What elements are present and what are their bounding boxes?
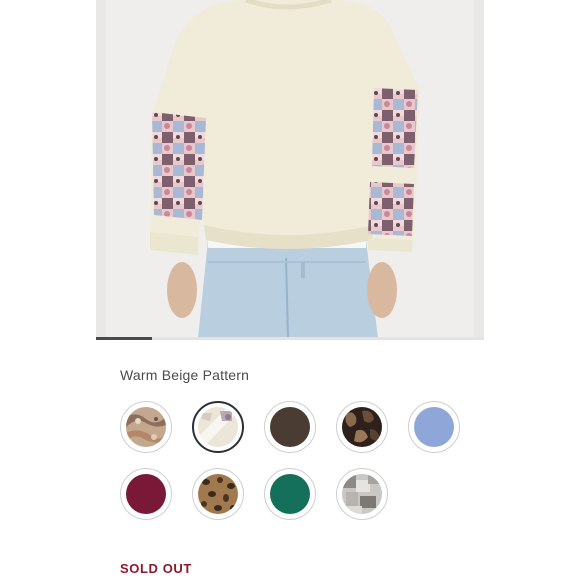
brown-camo-swatch-icon <box>342 407 382 447</box>
sold-out-status: SOLD OUT <box>120 561 192 576</box>
swatch-green[interactable] <box>264 468 316 520</box>
warm-beige-pattern-swatch-icon <box>198 407 238 447</box>
swatch-leopard[interactable] <box>192 468 244 520</box>
light-blue-swatch-icon <box>414 407 454 447</box>
product-page: Warm Beige Pattern SOLD OUT <box>0 0 580 580</box>
swatch-dark-brown[interactable] <box>264 401 316 453</box>
product-info-panel: Warm Beige Pattern SOLD OUT <box>96 340 484 580</box>
swatch-light-blue[interactable] <box>408 401 460 453</box>
leopard-swatch-icon <box>198 474 238 514</box>
grey-patchwork-swatch-icon <box>342 474 382 514</box>
green-swatch-icon <box>270 474 310 514</box>
patchwork-paisley-swatch-icon <box>126 407 166 447</box>
selected-color-name: Warm Beige Pattern <box>120 367 250 383</box>
swatch-burgundy[interactable] <box>120 468 172 520</box>
dark-brown-swatch-icon <box>270 407 310 447</box>
swatch-warm-beige-pattern[interactable] <box>192 401 244 453</box>
swatch-patchwork-paisley[interactable] <box>120 401 172 453</box>
swatch-grey-patchwork[interactable] <box>336 468 388 520</box>
swatch-brown-camo[interactable] <box>336 401 388 453</box>
sweatshirt-photo <box>96 0 484 338</box>
burgundy-swatch-icon <box>126 474 166 514</box>
product-image[interactable] <box>96 0 484 338</box>
